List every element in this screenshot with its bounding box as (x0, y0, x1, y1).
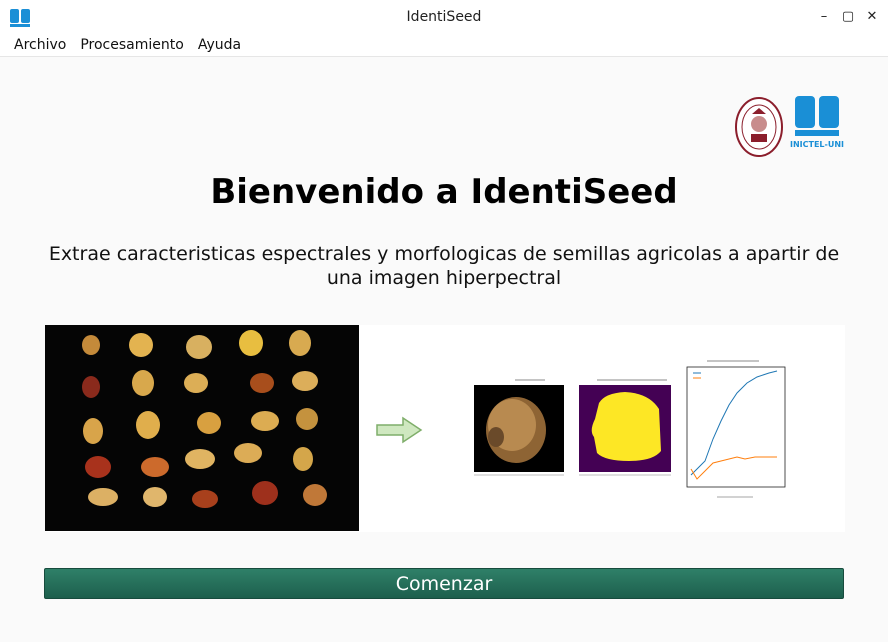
subtitle-line-2: una imagen hiperpectral (326, 267, 562, 289)
menu-procesamiento[interactable]: Procesamiento (73, 37, 190, 53)
hyperspectral-seed-image-panel (474, 379, 564, 476)
inictel-logo: INICTEL-UNI (790, 96, 844, 149)
seed-photo-image (45, 325, 359, 531)
menu-archivo[interactable]: Archivo (0, 37, 73, 53)
inictel-logo-text: INICTEL-UNI (789, 140, 844, 149)
subtitle-line-1: Extrae caracteristicas espectrales y mor… (48, 243, 840, 265)
menu-ayuda[interactable]: Ayuda (191, 37, 248, 53)
app-window: IdentiSeed – ▢ ✕ Archivo Procesamiento A… (0, 0, 888, 642)
window-title: IdentiSeed (406, 9, 482, 25)
process-illustration (45, 325, 845, 532)
maximize-icon[interactable]: ▢ (840, 8, 856, 24)
reflectance-curve-plot (686, 360, 786, 498)
institution-logos: INICTEL-UNI (734, 96, 844, 158)
right-arrow-icon (376, 416, 423, 444)
university-seal-icon (734, 97, 783, 157)
window-controls: – ▢ ✕ (816, 8, 880, 24)
close-icon[interactable]: ✕ (864, 8, 880, 24)
start-button[interactable]: Comenzar (44, 568, 844, 599)
segmentation-mask-panel (579, 379, 671, 476)
inictel-logo-icon (794, 96, 839, 136)
title-bar: IdentiSeed – ▢ ✕ (0, 0, 888, 34)
minimize-icon[interactable]: – (816, 8, 832, 24)
identiseed-app-icon (10, 9, 30, 27)
menu-bar: Archivo Procesamiento Ayuda (0, 34, 888, 57)
welcome-heading: Bienvenido a IdentiSeed (210, 172, 678, 212)
welcome-subtitle: Extrae caracteristicas espectrales y mor… (40, 242, 848, 290)
